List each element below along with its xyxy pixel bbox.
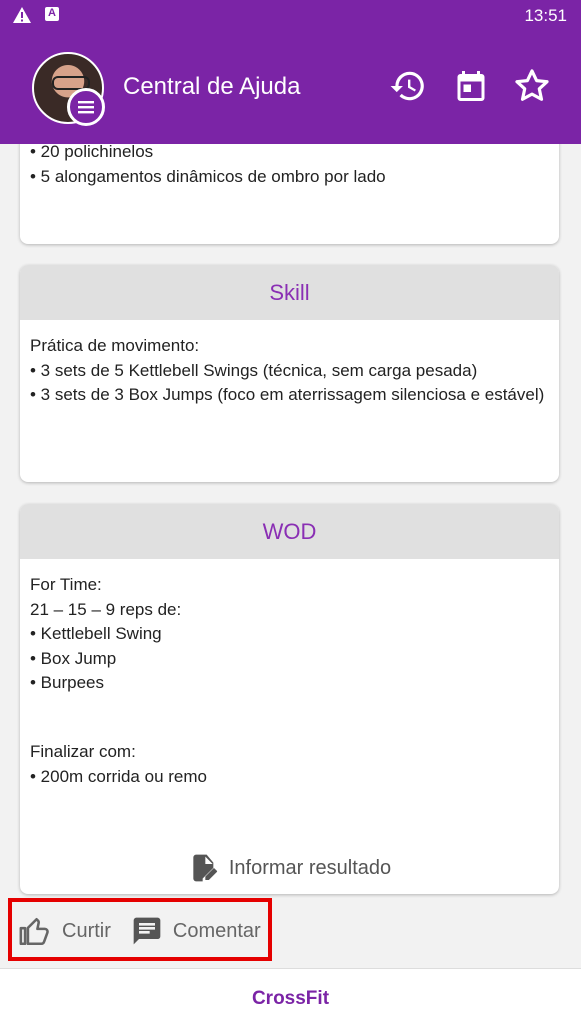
workout-content[interactable]: • 20 polichinelos • 5 alongamentos dinâm…	[0, 144, 581, 968]
card-line: Finalizar com:	[30, 742, 136, 761]
card-line: • 3 sets de 3 Box Jumps (foco em aterris…	[30, 385, 545, 404]
app-a-icon: A	[45, 7, 59, 21]
status-time: 13:51	[524, 6, 567, 25]
edit-document-icon	[193, 854, 217, 882]
page-title: Central de Ajuda	[123, 73, 301, 100]
star-outline-icon[interactable]	[512, 66, 552, 106]
highlight-box	[8, 898, 272, 961]
card-line: For Time:	[30, 575, 102, 594]
history-icon[interactable]	[388, 66, 428, 106]
card-line	[30, 696, 549, 721]
card-line: • 5 alongamentos dinâmicos de ombro por …	[30, 166, 386, 186]
report-result-button[interactable]: Informar resultado	[20, 852, 559, 884]
card-line: Prática de movimento:	[30, 336, 200, 355]
app-bar: Central de Ajuda	[0, 32, 581, 144]
card-line	[30, 720, 549, 740]
card-line: • Burpees	[30, 673, 104, 692]
card-body: For Time: 21 – 15 – 9 reps de: • Kettleb…	[20, 559, 559, 803]
card-body: • 20 polichinelos • 5 alongamentos dinâm…	[20, 144, 559, 203]
card-line: • 3 sets de 5 Kettlebell Swings (técnica…	[30, 360, 478, 380]
skill-card: Skill Prática de movimento: • 3 sets de …	[20, 265, 559, 482]
card-body: Prática de movimento: • 3 sets de 5 Kett…	[20, 320, 559, 422]
card-line: • Box Jump	[30, 648, 117, 668]
warmup-card: • 20 polichinelos • 5 alongamentos dinâm…	[20, 144, 559, 244]
menu-icon[interactable]	[67, 88, 105, 126]
calendar-icon[interactable]	[451, 66, 491, 106]
report-result-label: Informar resultado	[228, 856, 392, 879]
card-header: WOD	[20, 504, 559, 559]
bottom-bar[interactable]: CrossFit	[0, 968, 581, 1029]
card-line: • 200m corrida ou remo	[30, 766, 207, 786]
card-line: 21 – 15 – 9 reps de:	[30, 599, 182, 619]
card-line: • Kettlebell Swing	[30, 624, 162, 643]
card-line: • 20 polichinelos	[30, 144, 154, 161]
wod-card: WOD For Time: 21 – 15 – 9 reps de: • Ket…	[20, 504, 559, 894]
bottom-bar-label[interactable]: CrossFit	[252, 988, 329, 1010]
card-header: Skill	[20, 265, 559, 320]
warning-icon	[13, 7, 31, 23]
status-bar: A 13:51	[0, 0, 581, 32]
